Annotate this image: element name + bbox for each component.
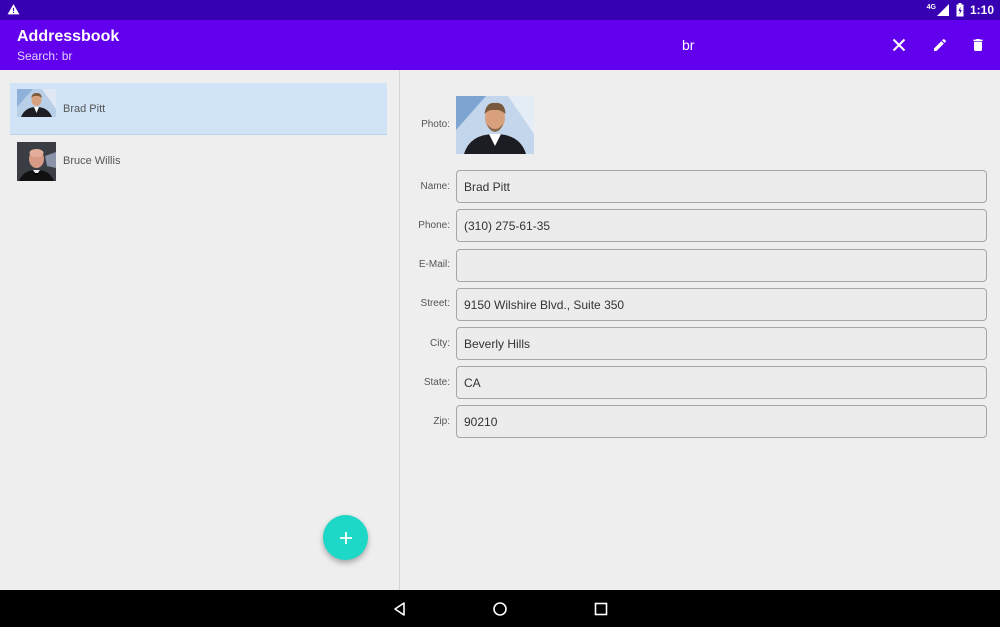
app-subtitle: Search: br <box>17 49 73 63</box>
zip-label: Zip: <box>433 416 450 427</box>
close-search-button[interactable] <box>887 33 911 57</box>
contact-name: Brad Pitt <box>63 102 106 115</box>
name-label: Name: <box>420 181 450 192</box>
state-field[interactable]: CA <box>456 366 987 399</box>
app-title: Addressbook <box>17 28 120 45</box>
delete-icon <box>973 39 983 51</box>
search-query[interactable]: br <box>682 37 694 53</box>
phone-label: Phone: <box>418 220 450 231</box>
contact-detail: Photo: Name: Brad Pitt Phone: (310) 275-… <box>400 70 1000 590</box>
app-bar: Addressbook Search: br br <box>0 20 1000 70</box>
street-label: Street: <box>420 298 450 309</box>
email-label: E-Mail: <box>418 259 450 270</box>
warning-icon <box>7 4 20 15</box>
delete-button[interactable] <box>966 33 990 57</box>
plus-icon <box>339 531 352 544</box>
edit-icon <box>934 38 947 51</box>
status-bar: 4G 1:10 <box>0 0 1000 20</box>
name-field[interactable]: Brad Pitt <box>456 170 987 203</box>
contact-avatar <box>17 141 56 181</box>
add-contact-button[interactable] <box>323 515 368 560</box>
close-icon <box>892 38 906 52</box>
contact-item-bruce-willis[interactable]: Bruce Willis <box>10 135 387 187</box>
network-type: 4G <box>926 3 936 11</box>
state-label: State: <box>423 377 450 388</box>
battery-icon <box>956 3 964 17</box>
city-label: City: <box>430 338 450 349</box>
clock: 1:10 <box>969 3 994 17</box>
navigation-bar <box>0 590 1000 627</box>
signal-icon <box>936 4 949 16</box>
contact-item-brad-pitt[interactable]: Brad Pitt <box>10 83 387 135</box>
zip-field[interactable]: 90210 <box>456 405 987 438</box>
photo-label: Photo: <box>421 119 450 130</box>
contact-list: Brad Pitt Bruce Willis <box>0 70 399 590</box>
recents-icon[interactable] <box>593 601 609 617</box>
edit-button[interactable] <box>928 33 952 57</box>
phone-field[interactable]: (310) 275-61-35 <box>456 209 987 242</box>
street-field[interactable]: 9150 Wilshire Blvd., Suite 350 <box>456 288 987 321</box>
email-field[interactable] <box>456 249 987 282</box>
home-icon[interactable] <box>492 601 508 617</box>
back-icon[interactable] <box>392 601 408 617</box>
contact-name: Bruce Willis <box>63 155 121 167</box>
contact-avatar <box>17 89 56 128</box>
contact-photo[interactable] <box>456 96 534 154</box>
city-field[interactable]: Beverly Hills <box>456 327 987 360</box>
